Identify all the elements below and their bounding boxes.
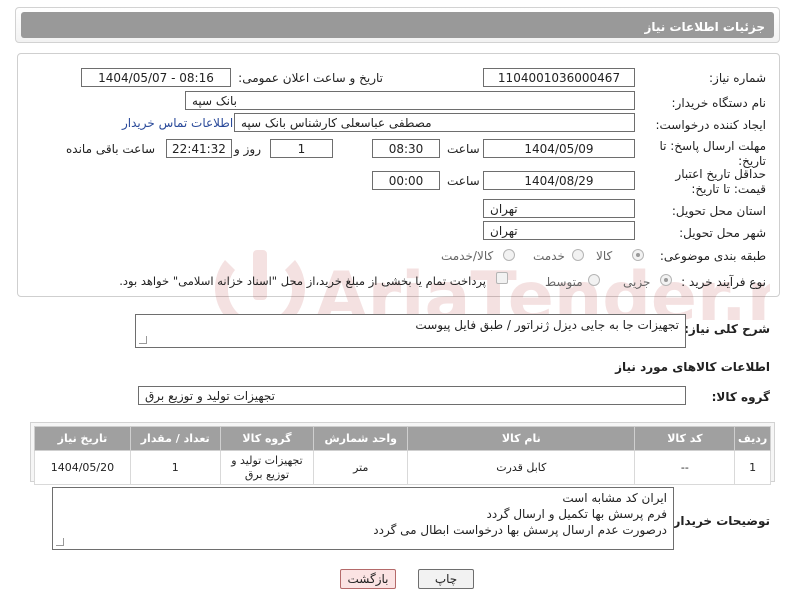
print-button[interactable]: چاپ xyxy=(418,569,474,589)
delivery-city-label: شهر محل تحویل: xyxy=(679,226,766,240)
category-radio-service[interactable] xyxy=(572,249,584,261)
buyer-org-field: بانک سپه xyxy=(185,91,635,110)
announce-datetime-field: 1404/05/07 - 08:16 xyxy=(81,68,231,87)
price-validity-date: 1404/08/29 xyxy=(483,171,635,190)
column-header-item-code: کد کالا xyxy=(634,426,736,451)
remaining-time-label: ساعت باقی مانده xyxy=(66,142,156,156)
category-radio-goods-service[interactable] xyxy=(503,249,515,261)
column-header-item-name: نام کالا xyxy=(407,426,636,451)
buyer-note-line: درصورت عدم ارسال پرسش بها درخواست ابطال … xyxy=(373,523,667,537)
delivery-province-label: استان محل تحویل: xyxy=(671,204,766,218)
price-validity-time: 00:00 xyxy=(372,171,440,190)
page-title: جزئیات اطلاعات نیاز xyxy=(644,20,765,34)
buyer-notes-lines: ایران کد مشابه است فرم پرسش بها تکمیل و … xyxy=(59,490,667,538)
purchase-type-radio-medium[interactable] xyxy=(588,274,600,286)
table-row: 1 -- کابل قدرت متر تجهیزات تولید و توزیع… xyxy=(34,450,771,485)
goods-group-field: تجهیزات تولید و توزیع برق xyxy=(138,386,686,405)
purchase-type-label: نوع فرآیند خرید : xyxy=(681,275,766,289)
buyer-notes-textarea[interactable]: ایران کد مشابه است فرم پرسش بها تکمیل و … xyxy=(52,487,674,550)
need-number-field: 1104001036000467 xyxy=(483,68,635,87)
requester-field: مصطفی عباسعلی کارشناس بانک سپه xyxy=(234,113,635,132)
purchase-type-radio-minor[interactable] xyxy=(660,274,672,286)
general-description-textarea[interactable]: تجهیزات جا به جایی دیزل ژنراتور / طبق فا… xyxy=(135,314,686,348)
buyer-contact-link[interactable]: اطلاعات تماس خریدار xyxy=(122,116,233,130)
resize-handle-icon[interactable] xyxy=(139,336,147,344)
buyer-notes-label: توضیحات خریدار: xyxy=(668,514,770,528)
cell-group: تجهیزات تولید و توزیع برق xyxy=(219,450,315,485)
cell-unit: متر xyxy=(313,450,409,485)
column-header-need-date: تاریخ نیاز xyxy=(34,426,131,451)
column-header-unit: واحد شمارش xyxy=(313,426,409,451)
cell-row-number: 1 xyxy=(734,450,771,485)
goods-table: ردیف کد کالا نام کالا واحد شمارش گروه کا… xyxy=(34,426,771,485)
reply-days-field: 1 xyxy=(270,139,333,158)
goods-section-title: اطلاعات کالاهای مورد نیاز xyxy=(615,360,770,374)
buyer-note-line: ایران کد مشابه است xyxy=(562,491,667,505)
column-header-group: گروه کالا xyxy=(219,426,315,451)
column-header-row-number: ردیف xyxy=(734,426,771,451)
treasury-payment-note: پرداخت تمام یا بخشی از مبلغ خرید،از محل … xyxy=(119,274,486,288)
buyer-note-line: فرم پرسش بها تکمیل و ارسال گردد xyxy=(486,507,667,521)
goods-table-container: ردیف کد کالا نام کالا واحد شمارش گروه کا… xyxy=(30,422,775,485)
purchase-type-option-minor: جزیی xyxy=(623,275,651,289)
category-option-goods-service: کالا/خدمت xyxy=(441,249,494,263)
category-label: طبقه بندی موضوعی: xyxy=(659,249,766,263)
cell-quantity: 1 xyxy=(129,450,221,485)
price-validity-label: حداقل تاریخ اعتبار قیمت: تا تاریخ: xyxy=(675,167,766,196)
goods-group-label: گروه کالا: xyxy=(711,390,770,404)
reply-time-label: ساعت xyxy=(447,142,480,156)
reply-deadline-time: 08:30 xyxy=(372,139,440,158)
remaining-time-field: 22:41:32 xyxy=(166,139,232,158)
category-option-goods: کالا xyxy=(596,249,613,263)
general-description-text: تجهیزات جا به جایی دیزل ژنراتور / طبق فا… xyxy=(415,318,679,332)
delivery-province-field: تهران xyxy=(483,199,635,218)
requester-label: ایجاد کننده درخواست: xyxy=(655,118,766,132)
page-header: جزئیات اطلاعات نیاز xyxy=(15,7,780,43)
announce-datetime-label: تاریخ و ساعت اعلان عمومی: xyxy=(238,71,383,85)
column-header-quantity: تعداد / مقدار xyxy=(129,426,221,451)
reply-deadline-label: مهلت ارسال پاسخ: تا تاریخ: xyxy=(659,139,766,168)
reply-deadline-date: 1404/05/09 xyxy=(483,139,635,158)
reply-days-label: روز و xyxy=(234,142,261,156)
buyer-org-label: نام دستگاه خریدار: xyxy=(671,96,767,110)
cell-item-code: -- xyxy=(634,450,736,485)
treasury-payment-checkbox[interactable] xyxy=(496,272,508,284)
back-button[interactable]: بازگشت xyxy=(340,569,396,589)
price-validity-time-label: ساعت xyxy=(447,174,480,188)
general-description-label: شرح کلی نیاز: xyxy=(684,322,770,336)
category-radio-goods[interactable] xyxy=(632,249,644,261)
delivery-city-field: تهران xyxy=(483,221,635,240)
table-header-row: ردیف کد کالا نام کالا واحد شمارش گروه کا… xyxy=(34,426,771,451)
purchase-type-option-medium: متوسط xyxy=(545,275,583,289)
category-option-service: خدمت xyxy=(533,249,565,263)
need-number-label: شماره نیاز: xyxy=(709,71,766,85)
cell-need-date: 1404/05/20 xyxy=(34,450,131,485)
cell-item-name: کابل قدرت xyxy=(407,450,636,485)
resize-handle-icon[interactable] xyxy=(56,538,64,546)
